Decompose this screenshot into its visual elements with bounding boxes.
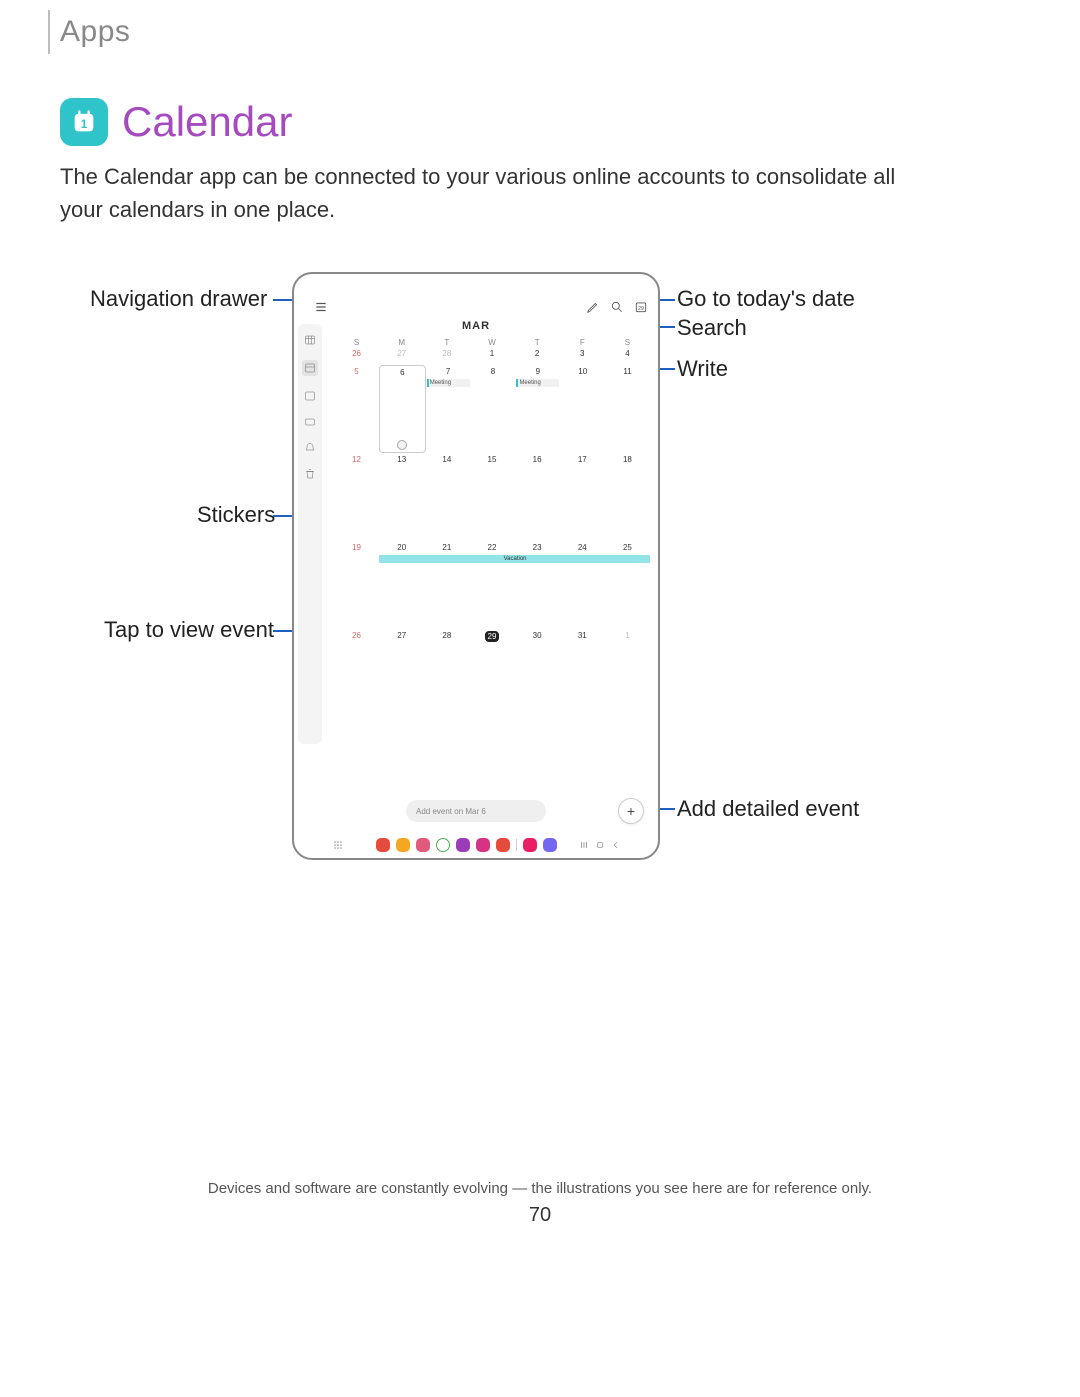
dh-fri: F (560, 338, 605, 347)
day-cell[interactable]: 30 (515, 629, 560, 717)
day-cell[interactable]: 9Meeting (515, 365, 560, 453)
dock-app-9[interactable] (543, 838, 557, 852)
day-cell[interactable]: 1 (469, 347, 514, 365)
day-cell[interactable]: 10 (560, 365, 605, 453)
dock-app-8[interactable] (523, 838, 537, 852)
day-cell[interactable]: 3 (560, 347, 605, 365)
svg-text:1: 1 (81, 118, 88, 131)
search-icon[interactable] (610, 300, 624, 314)
calendar-sidebar (298, 324, 322, 744)
quick-add-input[interactable]: Add event on Mar 6 (406, 800, 546, 822)
week-row: 12131415161718 (334, 453, 650, 541)
year-view-icon[interactable] (304, 334, 316, 346)
dh-mon: M (379, 338, 424, 347)
day-cell[interactable]: 27 (379, 347, 424, 365)
dh-wed: W (469, 338, 514, 347)
day-cell[interactable]: 26 (334, 629, 379, 717)
section-name: Apps (60, 15, 130, 49)
day-cell[interactable]: 16 (515, 453, 560, 541)
day-cell[interactable]: 26 (334, 347, 379, 365)
week-row: 567Meeting89Meeting1011 (334, 365, 650, 453)
dock-app-4[interactable] (436, 838, 450, 852)
callout-today: Go to today's date (677, 286, 855, 312)
dh-sat: S (605, 338, 650, 347)
back-icon[interactable] (611, 840, 621, 850)
dock-app-5[interactable] (456, 838, 470, 852)
day-cell[interactable]: 17 (560, 453, 605, 541)
vacation-event[interactable]: Vacation (379, 555, 650, 563)
event-pill[interactable]: Meeting (516, 379, 559, 387)
reminder-icon[interactable] (304, 442, 316, 454)
week-view-icon[interactable] (304, 390, 316, 402)
page-title: Calendar (122, 98, 292, 146)
header-rule (48, 10, 50, 54)
month-label: MAR (294, 320, 658, 332)
today-icon[interactable]: 29 (634, 300, 648, 314)
sticker-icon[interactable] (397, 440, 407, 450)
day-cell[interactable]: 28 (424, 629, 469, 717)
dock-app-1[interactable] (376, 838, 390, 852)
day-cell[interactable]: 13 (379, 453, 424, 541)
write-icon[interactable] (586, 300, 600, 314)
day-cell[interactable]: 7Meeting (426, 365, 471, 453)
day-cell[interactable]: 29 (469, 629, 514, 717)
day-cell[interactable]: 11 (605, 365, 650, 453)
page-number: 70 (0, 1204, 1080, 1227)
dock-app-3[interactable] (416, 838, 430, 852)
quick-add-placeholder: Add event on Mar 6 (416, 807, 486, 816)
section-header: Apps (48, 10, 130, 54)
hamburger-icon[interactable] (314, 300, 328, 314)
dock-app-6[interactable] (476, 838, 490, 852)
day-cell[interactable]: 28 (424, 347, 469, 365)
dock-app-2[interactable] (396, 838, 410, 852)
callout-stickers: Stickers (197, 502, 275, 528)
week-row: 2627281234 (334, 347, 650, 365)
day-cell[interactable]: 2 (515, 347, 560, 365)
dock-app-7[interactable] (496, 838, 510, 852)
month-view-icon[interactable] (302, 360, 318, 376)
callout-add-detailed: Add detailed event (677, 796, 859, 822)
dh-thu: T (515, 338, 560, 347)
day-cell[interactable]: 1 (605, 629, 650, 717)
day-cell[interactable]: 19 (334, 541, 379, 629)
day-cell[interactable]: 12 (334, 453, 379, 541)
day-cell[interactable]: 27 (379, 629, 424, 717)
recents-icon[interactable] (579, 840, 589, 850)
dh-tue: T (424, 338, 469, 347)
apps-grid-icon[interactable] (332, 839, 344, 851)
taskbar (294, 838, 658, 852)
day-cell[interactable]: 6 (379, 365, 426, 453)
day-cell[interactable]: 5 (334, 365, 379, 453)
day-cell[interactable]: 14 (424, 453, 469, 541)
week-row: 19202122232425Vacation (334, 541, 650, 629)
day-cell[interactable]: 4 (605, 347, 650, 365)
callout-write: Write (677, 356, 728, 382)
calendar-diagram: Navigation drawer Stickers Tap to view e… (60, 260, 940, 900)
dh-sun: S (334, 338, 379, 347)
day-headers: S M T W T F S (334, 338, 650, 347)
calendar-toolbar: 29 (324, 298, 648, 316)
intro-text: The Calendar app can be connected to you… (60, 160, 930, 226)
callout-tap-event: Tap to view event (104, 617, 274, 643)
dock-separator (516, 839, 517, 851)
day-cell[interactable]: 18 (605, 453, 650, 541)
plus-icon: + (627, 803, 635, 819)
day-cell[interactable]: 31 (560, 629, 605, 717)
home-icon[interactable] (595, 840, 605, 850)
calendar-grid: S M T W T F S 2627281234567Meeting89Meet… (334, 338, 650, 717)
day-cell[interactable]: 8 (471, 365, 516, 453)
callout-nav-drawer: Navigation drawer (90, 286, 267, 312)
title-row: 1 Calendar (60, 98, 292, 146)
day-view-icon[interactable] (304, 416, 316, 428)
day-cell[interactable]: 15 (469, 453, 514, 541)
footer-disclaimer: Devices and software are constantly evol… (0, 1180, 1080, 1197)
callout-search: Search (677, 315, 747, 341)
add-event-fab[interactable]: + (618, 798, 644, 824)
trash-icon[interactable] (304, 468, 316, 480)
event-pill[interactable]: Meeting (427, 379, 470, 387)
device-frame: 29 MAR S M T W T F S 2627281234567Meetin… (292, 272, 660, 860)
week-row: 2627282930311 (334, 629, 650, 717)
calendar-app-icon: 1 (60, 98, 108, 146)
svg-text:29: 29 (638, 306, 644, 312)
